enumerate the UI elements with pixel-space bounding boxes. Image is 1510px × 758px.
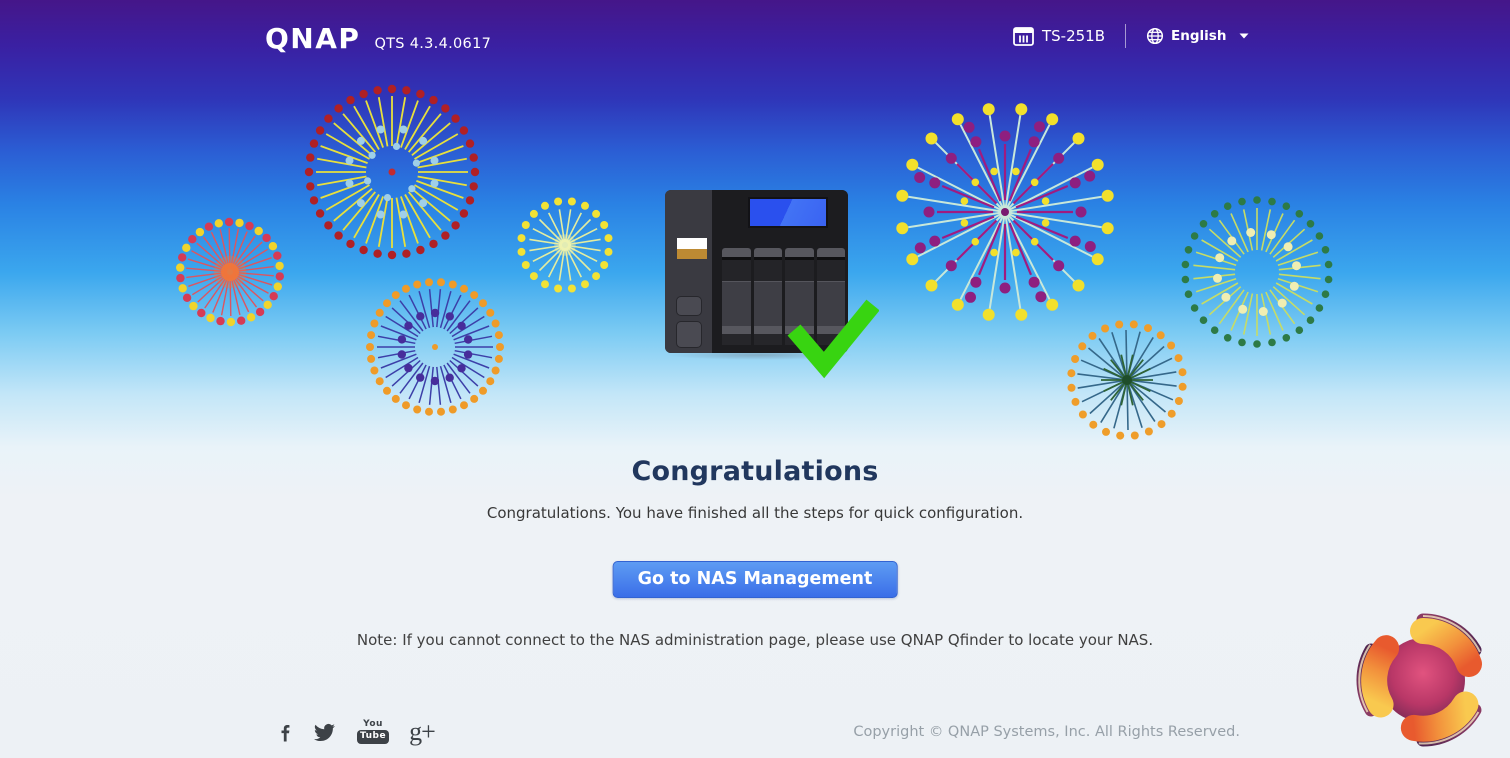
success-checkmark-icon (787, 299, 879, 379)
header-divider (1125, 24, 1127, 48)
page-title: Congratulations (631, 456, 879, 487)
drive-bay (722, 248, 751, 345)
note-text: Note: If you cannot connect to the NAS a… (356, 631, 1154, 649)
globe-icon (1146, 27, 1164, 45)
qnap-logo: QNAP (265, 22, 361, 55)
qts-setup-complete-page: QNAP QTS 4.3.4.0617 TS-251B English Cong… (0, 0, 1510, 758)
facebook-icon[interactable] (277, 719, 292, 746)
youtube-icon[interactable]: You Tube (357, 720, 390, 744)
qts-version-label: QTS 4.3.4.0617 (374, 36, 492, 52)
footer: You Tube g+ Copyright © QNAP Systems, In… (277, 710, 1240, 754)
google-plus-icon[interactable]: g+ (409, 719, 436, 745)
device-model-indicator: TS-251B (1013, 26, 1106, 46)
go-to-nas-management-button[interactable]: Go to NAS Management (612, 561, 898, 598)
device-model-label: TS-251B (1042, 27, 1106, 45)
nas-button (676, 296, 702, 316)
copyright-text: Copyright © QNAP Systems, Inc. All Right… (853, 724, 1240, 740)
subtitle-text: Congratulations. You have finished all t… (486, 504, 1024, 522)
chevron-down-icon (1239, 33, 1249, 39)
nas-illustration (655, 184, 885, 389)
nas-usb-slot (677, 238, 707, 259)
nas-device-icon (1013, 26, 1034, 46)
drive-bay (753, 248, 782, 345)
twitter-icon[interactable] (312, 722, 337, 743)
language-selector[interactable]: English (1146, 27, 1249, 45)
brand-area: QNAP QTS 4.3.4.0617 (265, 22, 491, 55)
header: QNAP QTS 4.3.4.0617 TS-251B English (0, 0, 1510, 72)
kitguru-watermark-logo (1347, 604, 1499, 756)
header-right: TS-251B English (1013, 24, 1249, 48)
language-label: English (1171, 28, 1227, 44)
social-links: You Tube g+ (277, 719, 436, 746)
nas-lcd-screen (748, 197, 828, 228)
nas-button (676, 321, 702, 348)
